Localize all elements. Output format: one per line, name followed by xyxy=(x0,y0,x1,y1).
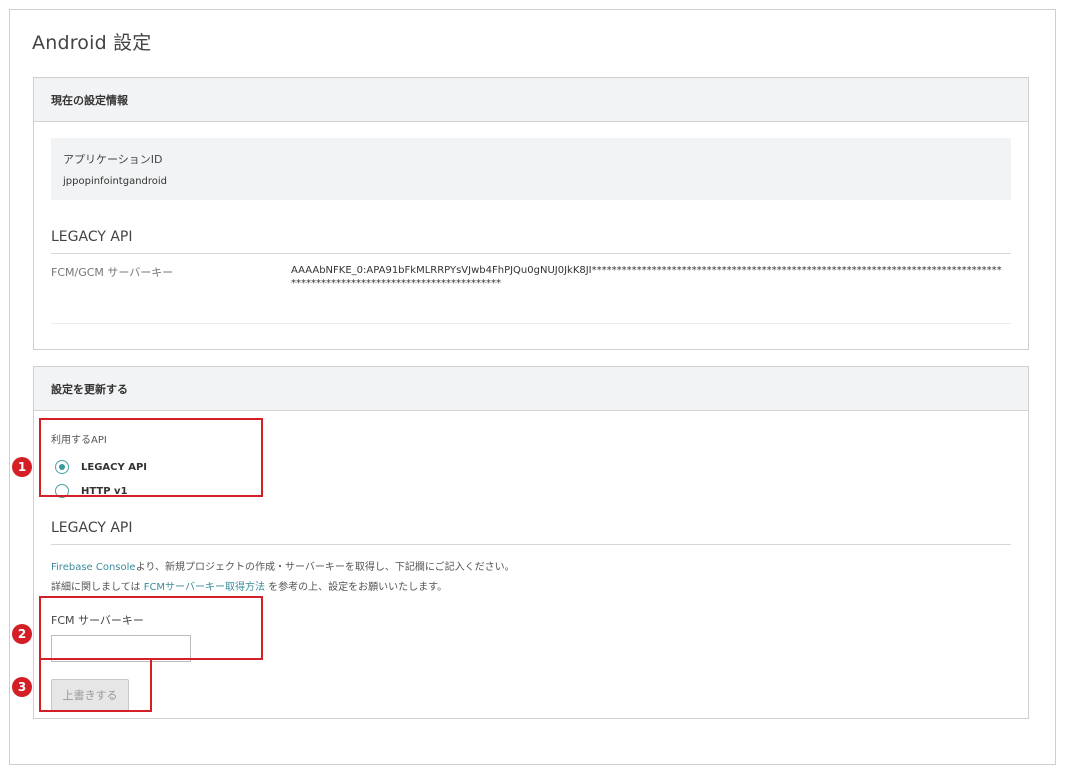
current-settings-panel: 現在の設定情報 アプリケーションID jppopinfointgandroid … xyxy=(33,77,1029,350)
firebase-console-link[interactable]: Firebase Console xyxy=(51,562,136,573)
app-id-label: アプリケーションID xyxy=(63,153,163,166)
section-divider-2 xyxy=(51,544,1011,545)
description-suffix: を参考の上、設定をお願いいたします。 xyxy=(264,582,448,593)
app-id-value: jppopinfointgandroid xyxy=(63,176,168,187)
update-settings-heading: 設定を更新する xyxy=(34,367,1028,411)
legacy-api-section-title: LEGACY API xyxy=(51,229,133,245)
description-line-1: Firebase Consoleより、新規プロジェクトの作成・サーバーキーを取得… xyxy=(51,558,515,573)
row-divider xyxy=(51,323,1011,324)
page-title: Android 設定 xyxy=(32,32,152,54)
fcm-key-guide-link[interactable]: FCMサーバーキー取得方法 xyxy=(144,582,265,593)
legacy-api-section-title-2: LEGACY API xyxy=(51,520,133,536)
annotation-badge-2: 2 xyxy=(12,624,32,644)
annotation-badge-3: 3 xyxy=(12,677,32,697)
description-prefix: 詳細に関しましては xyxy=(51,582,144,593)
server-key-value: AAAAbNFKE_0:APA91bFkMLRRPYsVJwb4FhPJQu0g… xyxy=(291,265,1002,289)
highlight-box-2 xyxy=(39,596,263,660)
server-key-label: FCM/GCM サーバーキー xyxy=(51,266,174,279)
section-divider xyxy=(51,253,1011,254)
highlight-box-3 xyxy=(39,658,152,712)
current-settings-heading: 現在の設定情報 xyxy=(34,78,1028,122)
app-id-box: アプリケーションID jppopinfointgandroid xyxy=(51,138,1011,200)
description-text-1: より、新規プロジェクトの作成・サーバーキーを取得し、下記欄にご記入ください。 xyxy=(135,562,515,573)
annotation-badge-1: 1 xyxy=(12,457,32,477)
description-line-2: 詳細に関しましては FCMサーバーキー取得方法 を参考の上、設定をお願いいたしま… xyxy=(51,578,447,593)
highlight-box-1 xyxy=(39,418,263,497)
